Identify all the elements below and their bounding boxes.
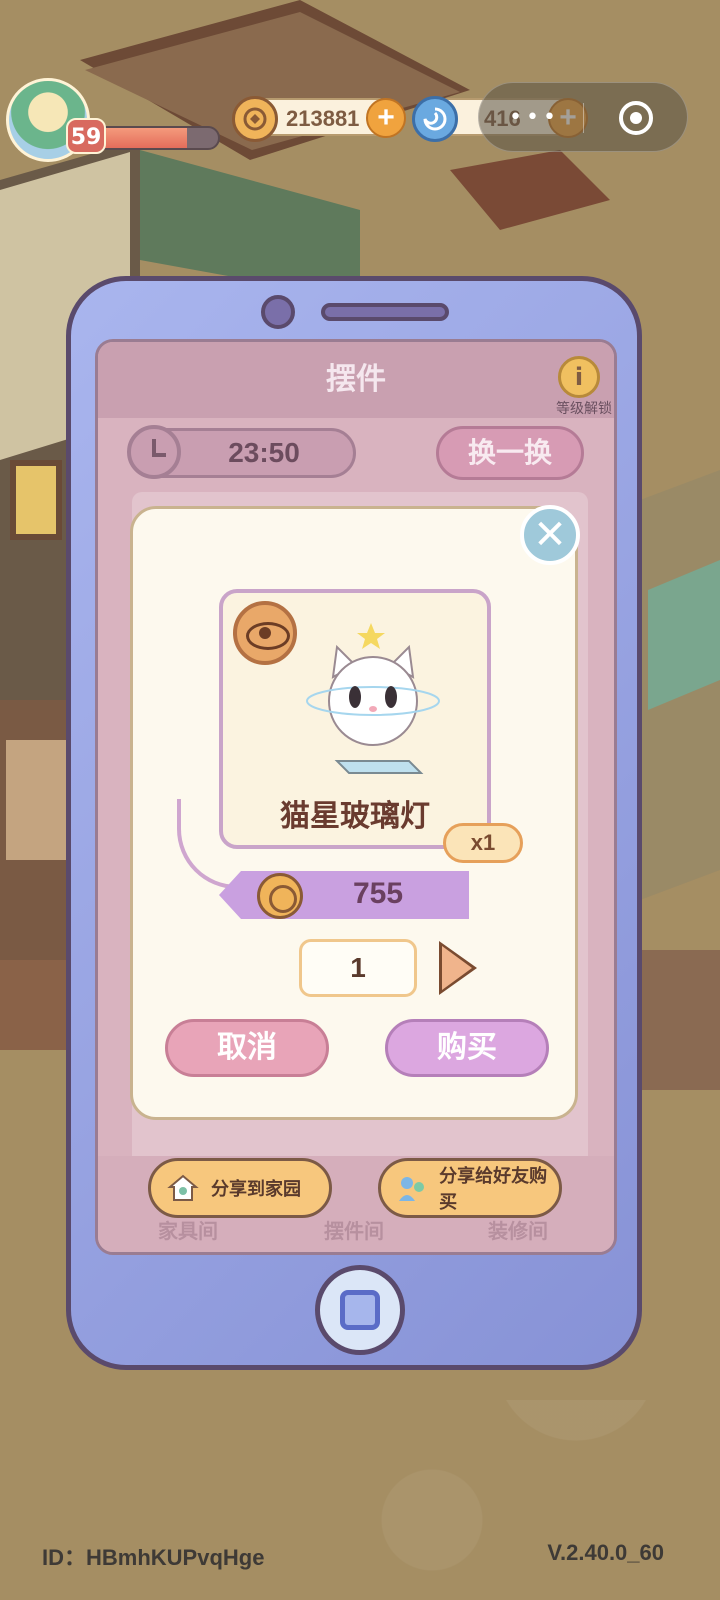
info-icon[interactable]: i bbox=[558, 356, 600, 398]
tab-decoration[interactable]: 装修间 bbox=[488, 1215, 548, 1244]
share-house-icon bbox=[163, 1168, 203, 1208]
price-coin-icon bbox=[257, 873, 303, 919]
tab-ornaments[interactable]: 摆件间 bbox=[324, 1215, 384, 1244]
share-to-friend-button[interactable]: 分享给好友购买 bbox=[378, 1158, 562, 1218]
refresh-button[interactable]: 换一换 bbox=[436, 426, 584, 480]
item-quantity-tag: x1 bbox=[443, 823, 523, 863]
app-version: V.2.40.0_60 bbox=[547, 1540, 664, 1565]
more-menu-icon[interactable]: ••• bbox=[509, 107, 560, 129]
share-friends-icon bbox=[393, 1168, 431, 1208]
unlock-info-label: 等级解锁 bbox=[556, 401, 612, 417]
cat-glass-lamp-image bbox=[306, 623, 440, 774]
purchase-count-field[interactable]: 1 bbox=[299, 939, 417, 997]
close-miniprogram-icon[interactable] bbox=[619, 101, 653, 135]
phone-speaker bbox=[321, 303, 449, 321]
cancel-button[interactable]: 取消 bbox=[165, 1019, 329, 1077]
refresh-timer: 23:50 bbox=[127, 425, 356, 479]
coin-icon bbox=[232, 96, 278, 142]
timer-text: 23:50 bbox=[228, 437, 300, 468]
add-coins-button[interactable]: + bbox=[366, 98, 406, 138]
close-dialog-icon[interactable]: ✕ bbox=[520, 505, 580, 565]
increase-count-arrow-icon[interactable] bbox=[439, 941, 479, 995]
player-id: ID：HBmhKUPvqHge bbox=[42, 1545, 265, 1570]
buy-button[interactable]: 购买 bbox=[385, 1019, 549, 1077]
clock-icon bbox=[127, 425, 181, 479]
swirl-gem-icon bbox=[412, 96, 458, 142]
capsule-divider bbox=[583, 103, 584, 133]
phone-camera bbox=[261, 295, 295, 329]
player-level: 59 bbox=[66, 118, 106, 154]
share-to-home-label: 分享到家园 bbox=[211, 1179, 301, 1200]
share-to-home-button[interactable]: 分享到家园 bbox=[148, 1158, 332, 1218]
share-to-friend-label: 分享给好友购买 bbox=[439, 1166, 548, 1213]
shop-title: 摆件 bbox=[98, 342, 614, 418]
purchase-dialog: 猫星玻璃灯 x1 755 1 取消 购买 bbox=[130, 506, 578, 1120]
coin-amount: 213881 bbox=[286, 106, 360, 131]
home-square-icon bbox=[340, 1290, 380, 1330]
preview-eye-icon[interactable] bbox=[233, 601, 297, 665]
tab-furniture[interactable]: 家具间 bbox=[158, 1215, 218, 1244]
phone-home-button[interactable] bbox=[315, 1265, 405, 1355]
item-card: 猫星玻璃灯 bbox=[219, 589, 491, 849]
item-price: 755 bbox=[353, 877, 404, 910]
coin-counter: 213881 + bbox=[232, 96, 406, 142]
mini-program-capsule: ••• bbox=[478, 82, 688, 152]
footer: ID：HBmhKUPvqHge V.2.40.0_60 bbox=[0, 1540, 720, 1580]
